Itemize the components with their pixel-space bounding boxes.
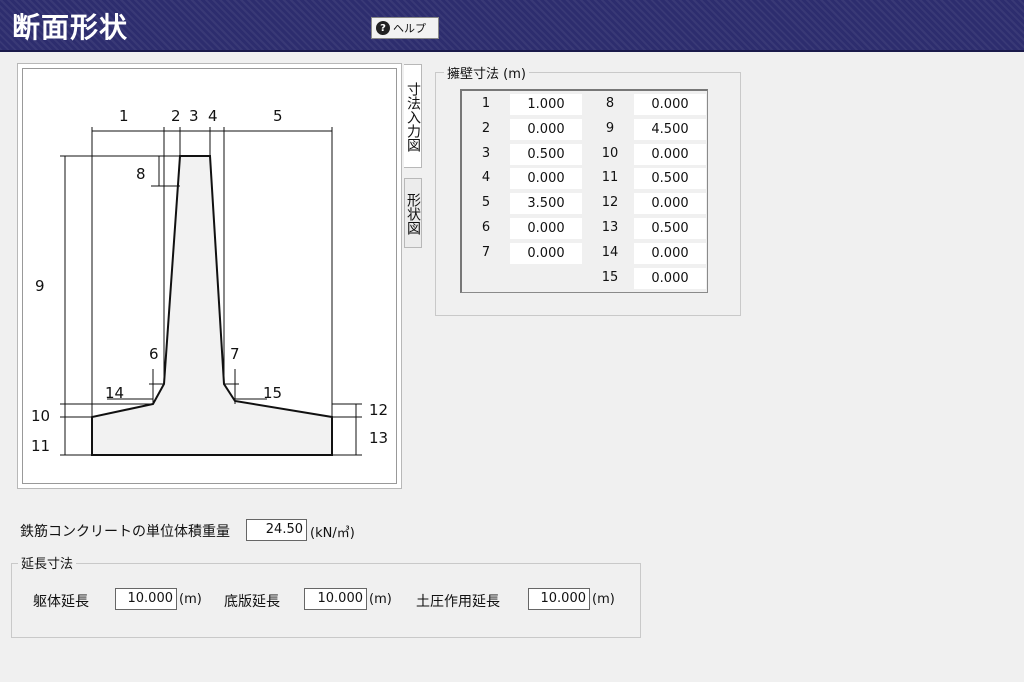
dim-row-number: 7 [481, 244, 491, 260]
diagram-label-12: 12 [369, 401, 388, 419]
earth-pressure-length-unit: (m) [592, 592, 615, 607]
dim-row-number: 14 [601, 244, 619, 260]
dim-row-number: 9 [605, 120, 615, 136]
diagram-label-13: 13 [369, 429, 388, 447]
unit-weight-unit: (kN/㎥) [310, 526, 355, 541]
diagram-label-14: 14 [105, 384, 124, 402]
question-icon: ? [376, 21, 390, 35]
dim-row-number: 1 [481, 96, 491, 111]
page-title: 断面形状 [12, 11, 129, 44]
unit-weight-label: 鉄筋コンクリートの単位体積重量 [20, 524, 230, 540]
earth-pressure-length-label: 土圧作用延長 [416, 594, 500, 610]
dim-row-value-input[interactable]: 0.500 [634, 168, 706, 190]
tab-dimension-input-diagram[interactable]: 寸法入力図 [404, 64, 422, 168]
dim-row-number: 6 [481, 220, 491, 235]
diagram-label-2: 2 [171, 107, 181, 125]
diagram-label-10: 10 [31, 407, 50, 425]
dim-row-number: 3 [481, 145, 491, 161]
dimensions-group-title: 擁壁寸法 (m) [444, 63, 529, 82]
diagram-label-7: 7 [230, 345, 240, 363]
body-length-unit: (m) [179, 592, 202, 607]
diagram-label-11: 11 [31, 437, 50, 455]
dim-row-value-input[interactable]: 0.000 [634, 193, 706, 215]
base-length-input[interactable]: 10.000 [304, 588, 367, 610]
dim-row-number: 12 [601, 195, 619, 211]
dim-row-value-input[interactable]: 0.500 [634, 218, 706, 239]
wall-section-shape [91, 155, 333, 456]
title-bar: 断面形状 ? ヘルプ [0, 0, 1024, 52]
dim-row-value-input[interactable]: 3.500 [510, 193, 582, 215]
diagram-label-3: 3 [189, 107, 199, 125]
dim-row-number: 13 [601, 220, 619, 235]
dim-row-number: 4 [481, 170, 491, 186]
dim-row-value-input[interactable]: 0.000 [510, 218, 582, 239]
body-length-label: 躯体延長 [33, 594, 89, 610]
dim-row-value-input[interactable]: 0.000 [634, 267, 706, 289]
dim-row-value-input[interactable]: 0.000 [634, 94, 706, 115]
dim-row-value-input[interactable]: 0.000 [634, 242, 706, 264]
diagram-label-1: 1 [119, 107, 129, 125]
diagram-panel: 1 2 3 4 5 6 7 8 9 10 11 12 13 14 15 [17, 63, 402, 489]
dimensions-table: 1 1.000 2 0.000 3 0.500 4 0.000 5 3.500 6 0.000 7 0.0… [460, 89, 708, 293]
dim-row-number: 8 [605, 96, 615, 111]
body-length-input[interactable]: 10.000 [115, 588, 177, 610]
dim-row-number: 5 [481, 195, 491, 211]
dim-row-value-input[interactable]: 0.000 [634, 143, 706, 165]
retaining-wall-diagram: 1 2 3 4 56 7891011121314 15 [31, 107, 388, 456]
diagram-label-4: 4 [208, 107, 218, 125]
dim-row-number: 11 [601, 170, 619, 186]
diagram-label-5: 5 [273, 107, 283, 125]
base-length-unit: (m) [369, 592, 392, 607]
dim-row-value-input[interactable]: 1.000 [510, 94, 582, 115]
dim-row-value-input[interactable]: 0.000 [510, 118, 582, 140]
diagram-label-9: 9 [35, 277, 45, 295]
dim-row-number: 10 [601, 145, 619, 161]
extension-group-title: 延長寸法 [18, 553, 77, 572]
unit-weight-input[interactable]: 24.50 [246, 519, 307, 541]
base-length-label: 底版延長 [224, 594, 280, 610]
dim-row-value-input[interactable]: 0.500 [510, 143, 582, 165]
earth-pressure-length-input[interactable]: 10.000 [528, 588, 590, 610]
diagram-label-8: 8 [136, 165, 146, 183]
dim-row-value-input[interactable]: 4.500 [634, 118, 706, 140]
help-button[interactable]: ? ヘルプ [371, 17, 439, 39]
dim-row-value-input[interactable]: 0.000 [510, 168, 582, 190]
tab-shape-diagram[interactable]: 形状図 [404, 178, 422, 248]
dim-row-value-input[interactable]: 0.000 [510, 242, 582, 264]
diagram-label-6: 6 [149, 345, 159, 363]
diagram-label-15: 15 [263, 384, 282, 402]
dim-row-number: 15 [601, 269, 619, 285]
dim-row-number: 2 [481, 120, 491, 136]
help-button-label: ヘルプ [393, 22, 426, 35]
